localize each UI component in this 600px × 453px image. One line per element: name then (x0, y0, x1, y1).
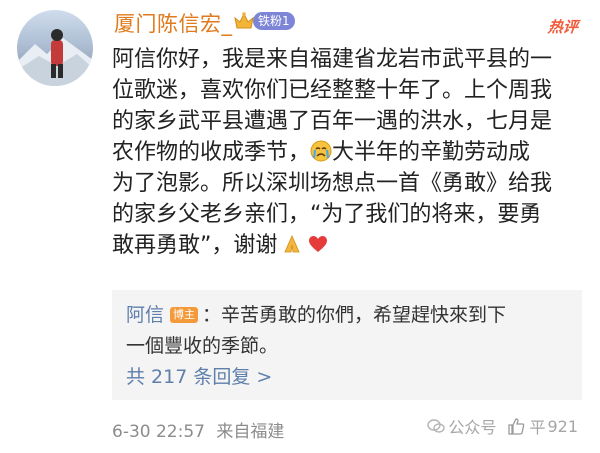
crown-icon (234, 12, 254, 29)
like-count: 921 (547, 416, 578, 436)
comment-location: 来自福建 (216, 422, 285, 442)
comment-line: 的家乡武平县遭遇了百年一遇的洪水，七月是 (112, 109, 553, 134)
comment-line: 阿信你好，我是来自福建省龙岩市武平县的一 (112, 47, 553, 72)
reply-line: 一個豐收的季節。 (126, 335, 279, 357)
crying-emoji (310, 140, 332, 162)
comment-line-part: 敢再勇敢”，谢谢 (112, 233, 278, 258)
comment-card: 厦门陈信宏_ 铁粉1 热评 阿信你好，我是来自福建省龙岩市武平县的一 位歌迷，喜… (0, 0, 600, 453)
heart-emoji (309, 236, 328, 252)
comment-line: 位歌迷，喜欢你们已经整整十年了。上个周我 (112, 78, 553, 103)
reply-box[interactable]: 阿信 博主 ：辛苦勇敢的你們，希望趕快來到下 一個豐收的季節。 共 217 条回复 … (112, 290, 582, 400)
fan-badge: 铁粉1 (233, 10, 295, 32)
comment-line: 的家乡父老乡亲们，“为了我们的将来，要勇 (112, 202, 542, 227)
reply-line: 阿信 博主 ：辛苦勇敢的你們，希望趕快來到下 (126, 300, 506, 327)
comment-line: 农作物的收成季节， 大半年的辛勤劳动成 (112, 137, 582, 168)
footer-actions: 公众号 平 921 (424, 414, 578, 438)
thumbs-up-icon[interactable] (506, 416, 526, 436)
comment-text: 阿信你好，我是来自福建省龙岩市武平县的一 位歌迷，喜欢你们已经整整十年了。上个周… (112, 44, 582, 261)
reply-count-link[interactable]: 共 217 条回复 > (126, 362, 272, 389)
comment-line-part: 农作物的收成季节， (112, 140, 311, 165)
comment-meta: 6-30 22:57 来自福建 (112, 417, 284, 442)
fan-badge-label: 铁粉1 (253, 12, 295, 30)
watermark-text-2: 平 (529, 418, 546, 437)
username[interactable]: 厦门陈信宏_ (114, 8, 233, 38)
comment-time: 6-30 22:57 (112, 422, 205, 442)
comment-line: 敢再勇敢”，谢谢 (112, 230, 582, 261)
avatar[interactable] (17, 10, 93, 86)
comment-line: 为了泡影。所以深圳场想点一首《勇敢》给我 (112, 171, 553, 196)
reply-author[interactable]: 阿信 (126, 304, 164, 326)
watermark-text: 公众号 (448, 418, 497, 437)
author-badge: 博主 (170, 307, 199, 323)
wechat-icon (427, 419, 446, 433)
reply-text: ：辛苦勇敢的你們，希望趕快來到下 (202, 304, 507, 326)
comment-line-part: 大半年的辛勤劳动成 (332, 140, 531, 165)
hot-comment-badge: 热评 (546, 18, 579, 36)
pray-emoji (284, 235, 301, 253)
